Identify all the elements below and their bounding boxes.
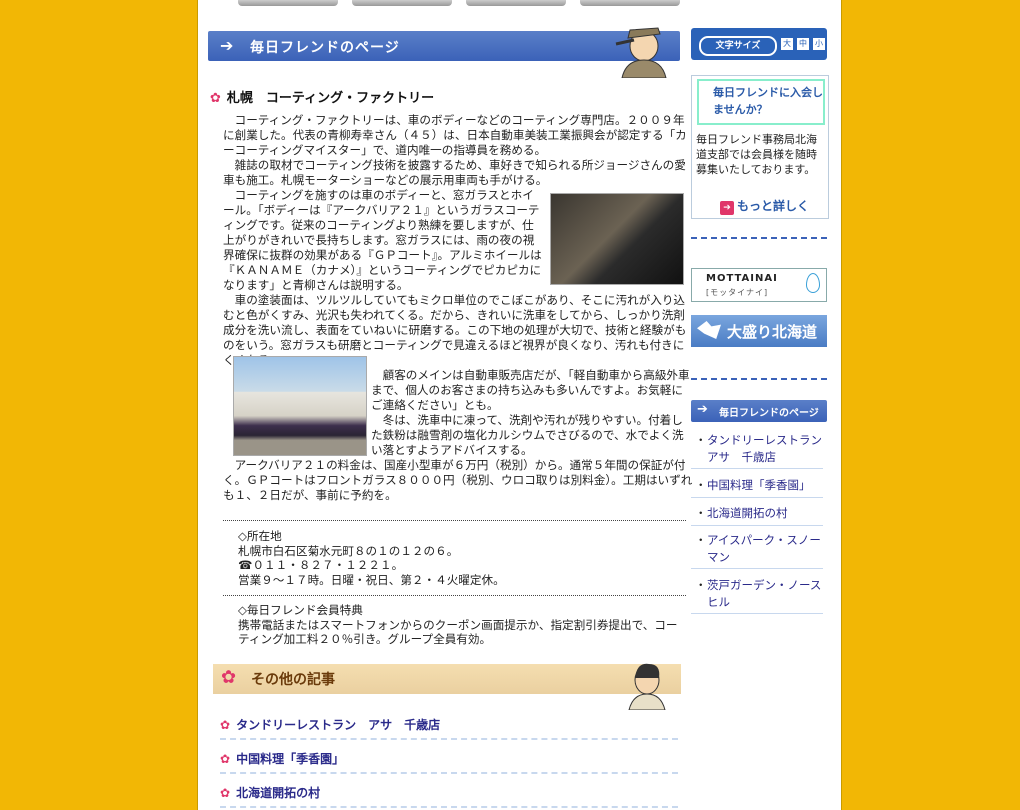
arrow-icon: ➔ [220,36,234,55]
water-drop-icon [806,273,820,293]
bullet: ・ [695,533,707,547]
top-nav [238,0,680,6]
sidebar-page-banner-title: 毎日フレンドのページ [719,408,819,419]
paragraph: 雑誌の取材でコーティング技術を披露するため、車好きで知られる所ジョージさんの愛車… [223,158,686,187]
flower-icon: ✿ [220,718,231,732]
sidebar-link[interactable]: ・アイスパーク・スノーマン [691,532,823,569]
bullet: ・ [695,506,707,520]
sidebar-page-banner: ➔ 毎日フレンドのページ [691,400,827,422]
other-article-link-text[interactable]: 中国料理「季香園」 [236,752,344,766]
font-size-small-button[interactable]: 小 [813,38,825,50]
hokkaido-banner-title: 大盛り北海道 [727,323,818,341]
font-size-label: 文字サイズ [699,36,777,56]
bullet: ・ [695,478,707,492]
join-promo-header: 毎日フレンドに入会しませんか？ [697,79,825,125]
mottainai-subtitle: [モッタイナイ] [706,288,769,297]
member-benefit: ◇毎日フレンド会員特典 携帯電話またはスマートフォンからのクーポン画面提示か、指… [238,603,678,647]
sidebar-link-text[interactable]: 中国料理「季香園」 [707,477,823,494]
paragraph: コーティング・ファクトリーは、車のボディーなどのコーティング専門店。２００９年に… [223,113,687,157]
sidebar-link-text[interactable]: 茨戸ガーデン・ノースヒル [707,577,823,611]
font-size-medium-button[interactable]: 中 [797,38,809,50]
flower-icon: ✿ [210,91,221,106]
shop-info: ◇所在地 札幌市白石区菊水元町８の１の１２の６。 ☎０１１・８２７・１２２１。 … [238,529,505,587]
photo-staff-with-car [550,193,684,285]
font-size-large-button[interactable]: 大 [781,38,793,50]
other-article-link[interactable]: ✿ タンドリーレストラン アサ 千歳店 [220,716,678,740]
flower-icon: ✿ [221,667,237,688]
mottainai-title: MOTTAINAI [706,273,778,284]
flower-icon: ✿ [220,752,231,766]
divider [691,378,827,380]
other-article-link[interactable]: ✿ 北海道開拓の村 [220,784,678,808]
info-phone: ☎０１１・８２７・１２２１。 [238,558,404,572]
divider [223,595,686,596]
benefit-text: 携帯電話またはスマートフォンからのクーポン画面提示か、指定割引券提出で、コーティ… [238,617,678,647]
photo-shop-exterior [233,356,367,456]
join-promo-text: 毎日フレンド事務局北海道支部では会員様を随時募集いたしております。 [696,133,817,176]
info-address: 札幌市白石区菊水元町８の１の１２の６。 [238,543,459,558]
arrow-icon: ➔ [697,402,708,417]
hokkaido-map-icon [697,321,721,339]
top-nav-tab[interactable] [580,0,680,6]
mascot-girl-icon [628,663,666,710]
top-nav-tab[interactable] [352,0,452,6]
article-title: ✿ 札幌 コーティング・ファクトリー [210,87,434,106]
paragraph: 顧客のメインは自動車販売店だが、「軽自動車から高級外車まで、個人のお客さまの持ち… [371,368,690,412]
sidebar-link[interactable]: ・タンドリーレストラン アサ 千歳店 [691,432,823,469]
other-article-link-text[interactable]: タンドリーレストラン アサ 千歳店 [236,718,440,732]
divider [223,520,686,521]
sidebar-link-text[interactable]: タンドリーレストラン アサ 千歳店 [707,432,823,466]
article-title-text: 札幌 コーティング・ファクトリー [226,91,435,106]
more-details-label[interactable]: もっと詳しく [737,199,809,213]
bullet: ・ [695,578,707,592]
main-banner-title: 毎日フレンドのページ [250,40,400,56]
mascot-salute-icon [615,27,667,78]
sidebar-link[interactable]: ・北海道開拓の村 [691,505,823,526]
top-nav-tab[interactable] [238,0,338,6]
page-container: ➔ 毎日フレンドのページ ✿ 札幌 コーティング・ファクトリー コーティング・ファ… [197,0,842,810]
hokkaido-banner[interactable]: 大盛り北海道 [691,315,827,347]
divider [691,237,827,239]
other-articles-title: その他の記事 [251,672,335,688]
more-details-link[interactable]: ➔ もっと詳しく [720,197,809,215]
other-article-link[interactable]: ✿ 中国料理「季香園」 [220,750,678,774]
paragraph: 冬は、洗車中に凍って、洗剤や汚れが残りやすい。付着した鉄粉は融雪剤の塩化カルシウ… [371,413,684,457]
other-article-link-text[interactable]: 北海道開拓の村 [236,786,320,800]
join-promo-box: 毎日フレンドに入会しませんか？ 毎日フレンド事務局北海道支部では会員様を随時募集… [691,75,829,219]
paragraph: コーティングを施すのは車のボディーと、窓ガラスとホイール。「ボディーは『アークバ… [223,188,542,292]
arrow-right-icon: ➔ [720,201,734,215]
font-size-switcher: 文字サイズ 大 中 小 [691,28,827,60]
benefit-label: ◇毎日フレンド会員特典 [238,603,363,617]
top-nav-tab[interactable] [466,0,566,6]
paragraph: アークバリア２１の料金は、国産小型車が６万円（税別）から。通常５年間の保証が付く… [223,458,693,502]
sidebar-link-text[interactable]: 北海道開拓の村 [707,505,823,522]
info-hours: 営業９～１７時。日曜・祝日、第２・４火曜定休。 [238,572,505,587]
bullet: ・ [695,433,707,447]
join-promo-title: 毎日フレンドに入会しませんか？ [713,86,823,116]
mottainai-banner[interactable]: MOTTAINAI [モッタイナイ] [691,268,827,302]
sidebar-link[interactable]: ・中国料理「季香園」 [691,477,823,498]
sidebar-link-text[interactable]: アイスパーク・スノーマン [707,532,823,566]
flower-icon: ✿ [220,786,231,800]
info-label: ◇所在地 [238,529,282,543]
sidebar-link[interactable]: ・茨戸ガーデン・ノースヒル [691,577,823,614]
other-articles-banner: ✿ その他の記事 [213,664,681,694]
